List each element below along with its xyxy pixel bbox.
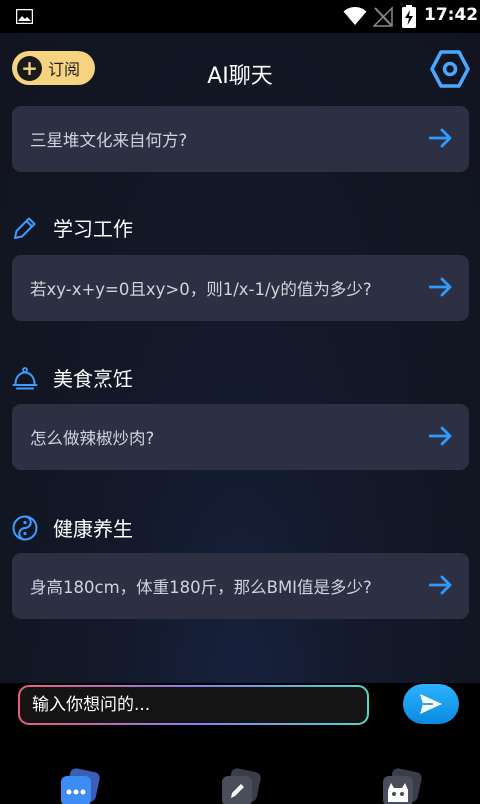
wifi-icon: [343, 7, 367, 25]
cloche-icon: [12, 366, 38, 389]
gallery-icon: [16, 9, 33, 24]
page-title: AI聊天: [207, 64, 273, 89]
chat-icon[interactable]: [58, 768, 102, 804]
arrow-right-icon: [429, 128, 452, 148]
arrow-right-icon: [429, 575, 452, 595]
arrow-right-icon: [429, 277, 452, 297]
send-button[interactable]: [403, 684, 459, 724]
prompt-card-food-cooking[interactable]: 怎么做辣椒炒肉?: [12, 404, 469, 470]
write-icon[interactable]: [219, 768, 263, 804]
signal-off-icon: [373, 6, 393, 27]
status-bar: 17:42: [0, 0, 480, 33]
send-icon: [420, 694, 442, 714]
prompt-text: 三星堆文化来自何方?: [30, 131, 188, 150]
status-time: 17:42: [424, 5, 479, 25]
section-title: 学习工作: [53, 217, 133, 241]
robot-icon[interactable]: [380, 768, 424, 804]
chat-input[interactable]: [18, 685, 369, 725]
prompt-text: 身高180cm，体重180斤，那么BMI值是多少?: [30, 578, 372, 597]
prompt-card-health[interactable]: 身高180cm，体重180斤，那么BMI值是多少?: [12, 553, 469, 619]
arrow-right-icon: [429, 426, 452, 446]
section-food-cooking: 美食烹饪: [12, 363, 133, 392]
section-health: 健康养生: [12, 513, 133, 542]
section-title: 健康养生: [53, 517, 133, 541]
prompt-text: 怎么做辣椒炒肉?: [30, 429, 155, 448]
prompt-card-history[interactable]: 三星堆文化来自何方?: [12, 106, 469, 172]
prompt-text: 若xy-x+y=0且xy>0，则1/x-1/y的值为多少?: [30, 280, 372, 299]
battery-charging-icon: [402, 5, 416, 28]
hexagon-gear-icon[interactable]: [429, 48, 471, 90]
prompt-card-study-work[interactable]: 若xy-x+y=0且xy>0，则1/x-1/y的值为多少?: [12, 255, 469, 321]
section-title: 美食烹饪: [53, 367, 133, 391]
yin-yang-icon: [12, 515, 38, 540]
pencil-icon: [14, 217, 36, 239]
section-study-work: 学习工作: [12, 213, 133, 242]
